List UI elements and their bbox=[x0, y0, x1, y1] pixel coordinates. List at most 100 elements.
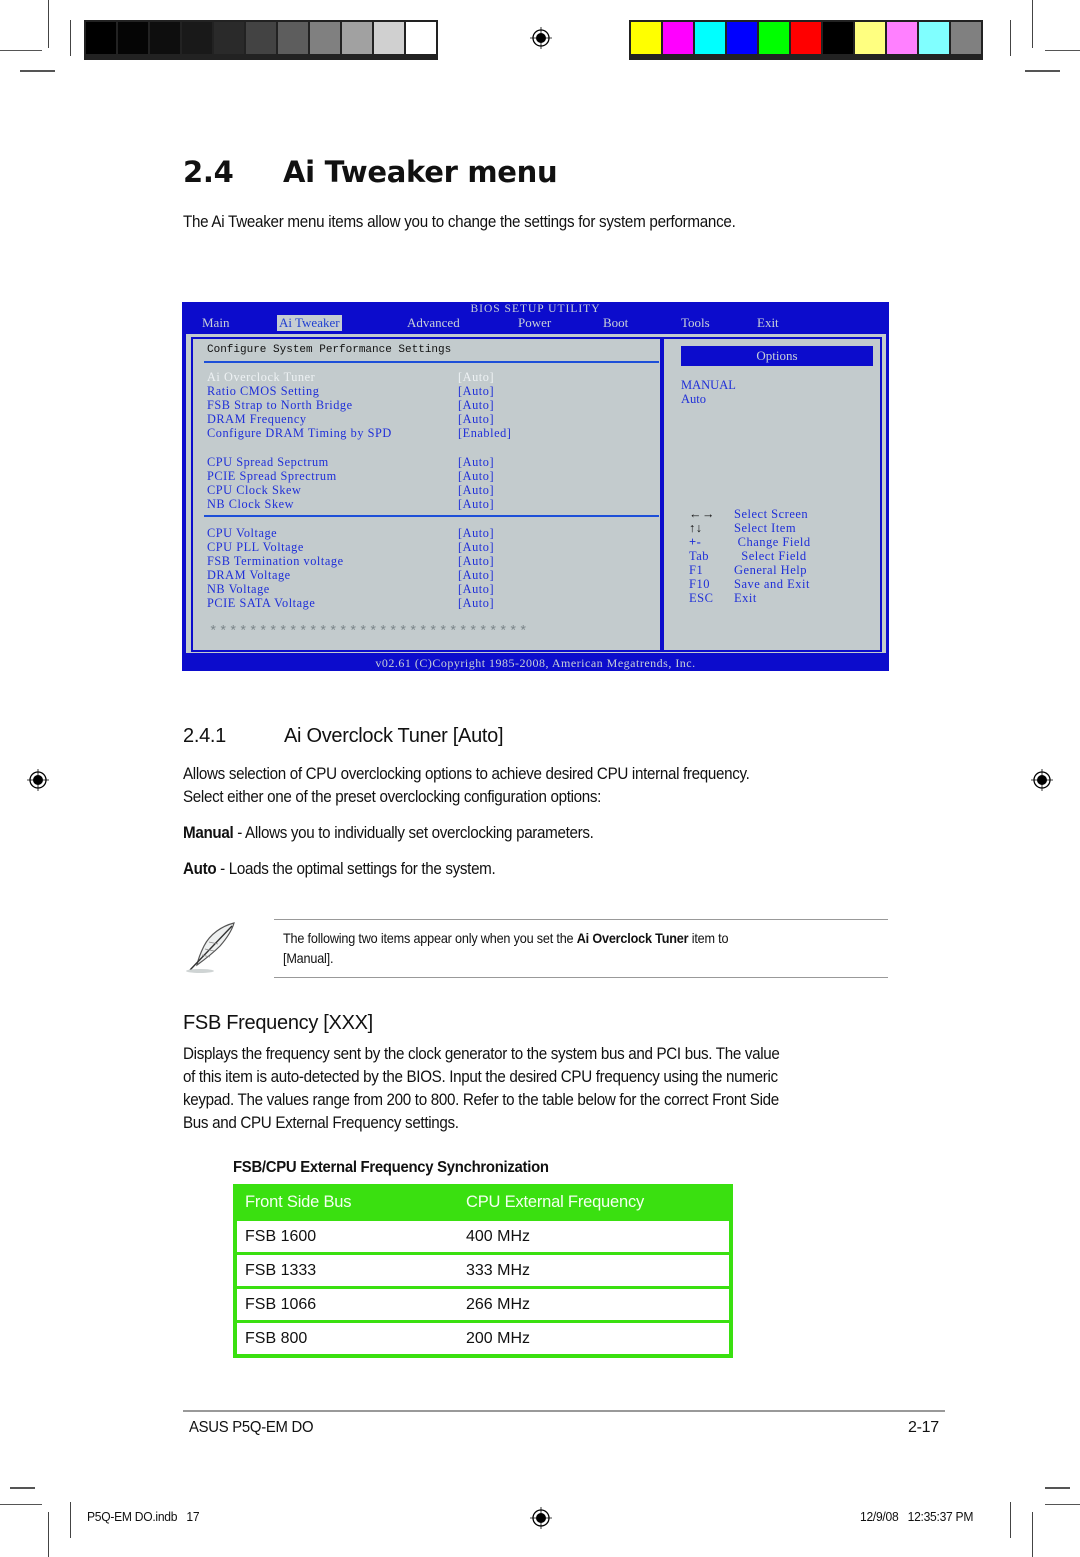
bios-item-value: [Auto] bbox=[458, 412, 495, 426]
bios-tab-power[interactable]: Power bbox=[516, 315, 553, 331]
bios-item-value: [Auto] bbox=[458, 398, 495, 412]
crop-mark bbox=[48, 0, 49, 48]
bios-item-value: [Auto] bbox=[458, 526, 495, 540]
bios-tab-tools[interactable]: Tools bbox=[679, 315, 712, 331]
manual-option-description: Manual - Allows you to individually set … bbox=[183, 824, 594, 842]
gray-swatch bbox=[310, 22, 340, 54]
table-header: Front Side Bus CPU External Frequency bbox=[233, 1184, 733, 1218]
arrow-up-down-icon: ↑↓ bbox=[689, 521, 703, 535]
bios-item-dram-frequency[interactable]: DRAM Frequency [Auto] bbox=[207, 412, 494, 427]
crop-mark bbox=[1045, 50, 1080, 51]
bios-item-dram-timing-spd[interactable]: Configure DRAM Timing by SPD [Enabled] bbox=[207, 426, 511, 441]
key-hint-general-help: F1 General Help bbox=[689, 563, 807, 577]
crop-mark bbox=[1010, 20, 1011, 56]
key-hint-select-field: Tab Select Field bbox=[689, 549, 807, 563]
crop-mark bbox=[48, 1512, 49, 1557]
bios-item-fsb-termination-voltage[interactable]: FSB Termination voltage [Auto] bbox=[207, 554, 494, 569]
subsection-number: 2.4.1 bbox=[183, 725, 226, 747]
bios-item-value: [Enabled] bbox=[458, 426, 512, 440]
section-title: Ai Tweaker menu bbox=[283, 155, 558, 189]
bios-tab-boot[interactable]: Boot bbox=[601, 315, 630, 331]
bios-item-dram-voltage[interactable]: DRAM Voltage [Auto] bbox=[207, 568, 494, 583]
intro-paragraph: The Ai Tweaker menu items allow you to c… bbox=[183, 213, 736, 231]
bios-title: BIOS SETUP UTILITY bbox=[470, 303, 601, 315]
bios-tab-advanced[interactable]: Advanced bbox=[405, 315, 462, 331]
header-front-side-bus: Front Side Bus bbox=[245, 1193, 352, 1211]
manual-term: Manual bbox=[183, 824, 234, 842]
footer-product-name: ASUS P5Q-EM DO bbox=[189, 1419, 314, 1436]
crop-mark bbox=[1032, 0, 1033, 48]
bios-tab-main[interactable]: Main bbox=[200, 315, 231, 331]
slug-file-info: P5Q-EM DO.indb 17 bbox=[87, 1509, 200, 1524]
table-row: FSB 800 200 MHz bbox=[237, 1323, 729, 1354]
bios-item-cpu-voltage[interactable]: CPU Voltage [Auto] bbox=[207, 526, 494, 541]
auto-term: Auto bbox=[183, 860, 217, 878]
gray-swatch bbox=[150, 22, 180, 54]
footer-page-number: 2-17 bbox=[908, 1419, 939, 1436]
gray-swatch bbox=[374, 22, 404, 54]
header-cpu-external-frequency: CPU External Frequency bbox=[466, 1193, 645, 1211]
bios-settings-panel: Configure System Performance Settings Ai… bbox=[191, 337, 662, 652]
option-auto[interactable]: Auto bbox=[681, 392, 706, 407]
bios-item-value: [Auto] bbox=[458, 540, 495, 554]
bios-divider bbox=[204, 515, 659, 517]
gray-swatch bbox=[246, 22, 276, 54]
slug-timestamp: 12/9/08 12:35:37 PM bbox=[860, 1509, 974, 1524]
options-header: Options bbox=[681, 346, 873, 366]
color-swatch bbox=[855, 22, 885, 54]
color-swatch bbox=[759, 22, 789, 54]
crop-mark bbox=[70, 20, 71, 56]
crop-mark bbox=[1045, 1487, 1070, 1489]
bios-item-value: [Auto] bbox=[458, 582, 495, 596]
note-bottom-rule bbox=[274, 977, 888, 978]
gray-swatch bbox=[86, 22, 116, 54]
bios-item-pcie-sata-voltage[interactable]: PCIE SATA Voltage [Auto] bbox=[207, 596, 494, 611]
table-title: FSB/CPU External Frequency Synchronizati… bbox=[233, 1159, 549, 1176]
bios-item-value: [Auto] bbox=[458, 483, 495, 497]
table-row: FSB 1066 266 MHz bbox=[237, 1289, 729, 1320]
bios-item-ai-overclock-tuner[interactable]: Ai Overclock Tuner [Auto] bbox=[207, 370, 494, 385]
bios-tab-ai-tweaker[interactable]: Ai Tweaker bbox=[277, 315, 342, 331]
subsection-heading: 2.4.1 Ai Overclock Tuner [Auto] bbox=[183, 725, 504, 748]
plus-minus-icon: +- bbox=[689, 535, 702, 549]
option-manual[interactable]: MANUAL bbox=[681, 378, 736, 393]
color-swatch bbox=[887, 22, 917, 54]
bios-tab-exit[interactable]: Exit bbox=[755, 315, 781, 331]
bios-divider bbox=[204, 361, 659, 363]
color-swatch bbox=[823, 22, 853, 54]
subsection-title: Ai Overclock Tuner [Auto] bbox=[284, 725, 504, 747]
crop-mark bbox=[70, 1502, 71, 1538]
note-top-rule bbox=[274, 919, 888, 920]
footer-rule bbox=[183, 1410, 945, 1412]
crop-mark bbox=[1025, 70, 1060, 72]
bios-item-nb-voltage[interactable]: NB Voltage [Auto] bbox=[207, 582, 494, 597]
table-row: FSB 1333 333 MHz bbox=[237, 1255, 729, 1286]
bios-help-panel: Options MANUAL Auto ←→ Select Screen ↑↓ Se… bbox=[662, 337, 882, 652]
key-hint-exit: ESC Exit bbox=[689, 591, 757, 605]
overclock-description: Allows selection of CPU overclocking opt… bbox=[183, 765, 750, 806]
gray-swatch bbox=[406, 22, 436, 54]
registration-mark-icon bbox=[1031, 769, 1053, 791]
quill-pen-icon bbox=[186, 922, 235, 973]
bios-item-value: [Auto] bbox=[458, 554, 495, 568]
bios-item-fsb-strap[interactable]: FSB Strap to North Bridge [Auto] bbox=[207, 398, 494, 413]
gray-swatch bbox=[214, 22, 244, 54]
bios-item-cpu-clock-skew[interactable]: CPU Clock Skew [Auto] bbox=[207, 483, 494, 498]
bios-item-ratio-cmos[interactable]: Ratio CMOS Setting [Auto] bbox=[207, 384, 494, 399]
bios-item-value: [Auto] bbox=[458, 568, 495, 582]
gray-swatch bbox=[182, 22, 212, 54]
crop-mark bbox=[10, 1487, 35, 1489]
bios-screenshot: BIOS SETUP UTILITY Main Ai Tweaker Advan… bbox=[182, 302, 889, 671]
bios-item-pcie-spread-spectrum[interactable]: PCIE Spread Sprectrum [Auto] bbox=[207, 469, 494, 484]
table-row: FSB 1600 400 MHz bbox=[237, 1221, 729, 1252]
bios-item-nb-clock-skew[interactable]: NB Clock Skew [Auto] bbox=[207, 497, 494, 512]
arrow-left-right-icon: ←→ bbox=[689, 507, 715, 521]
key-hint-save-exit: F10 Save and Exit bbox=[689, 577, 810, 591]
section-number: 2.4 bbox=[183, 155, 234, 189]
bios-item-value: [Auto] bbox=[458, 596, 495, 610]
bios-item-cpu-spread-spectrum[interactable]: CPU Spread Sepctrum [Auto] bbox=[207, 455, 494, 470]
key-hint-change-field: +- Change Field bbox=[689, 535, 811, 549]
bios-item-cpu-pll-voltage[interactable]: CPU PLL Voltage [Auto] bbox=[207, 540, 494, 555]
fsb-description: Displays the frequency sent by the clock… bbox=[183, 1045, 780, 1132]
color-swatch bbox=[951, 22, 981, 54]
